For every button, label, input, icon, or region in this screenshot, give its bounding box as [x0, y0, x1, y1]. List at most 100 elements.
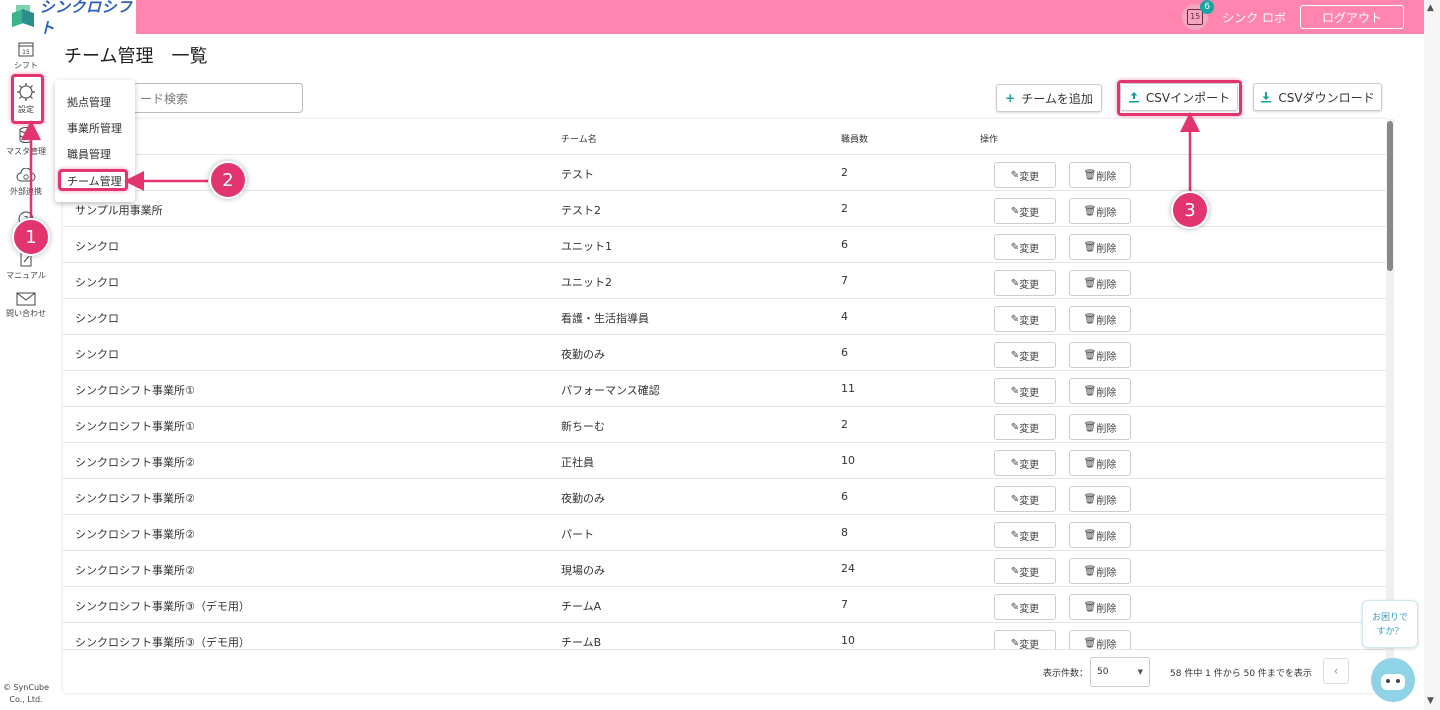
calendar-day-text: 15	[22, 49, 30, 56]
cell-count: 11	[841, 382, 855, 395]
logout-button[interactable]: ログアウト	[1300, 5, 1404, 29]
menu-item-office[interactable]: 事業所管理	[67, 120, 122, 136]
delete-button[interactable]: 🗑 削除	[1069, 414, 1131, 440]
delete-button[interactable]: 🗑 削除	[1069, 558, 1131, 584]
delete-button[interactable]: 🗑 削除	[1069, 306, 1131, 332]
delete-button[interactable]: 🗑 削除	[1069, 378, 1131, 404]
edit-button[interactable]: ✎ 変更	[994, 594, 1056, 620]
pagination-range: 58 件中 1 件から 50 件までを表示	[1170, 669, 1312, 679]
delete-label: 削除	[1096, 279, 1117, 291]
delete-button[interactable]: 🗑 削除	[1069, 162, 1131, 188]
sidebar-item-shift[interactable]: 15 シフト	[0, 40, 52, 71]
edit-label: 変更	[1019, 243, 1040, 255]
csv-import-button[interactable]: CSVインポート	[1120, 83, 1238, 111]
cell-team: パフォーマンス確認	[561, 384, 660, 397]
help-bubble[interactable]: お困りで すか？	[1362, 600, 1418, 648]
table-row: シンクロシフト事業所② 現場のみ 24 ✎ 変更 🗑 削除	[63, 550, 1387, 586]
edit-button[interactable]: ✎ 変更	[994, 342, 1056, 368]
sidebar-item-label: 設定	[18, 105, 34, 114]
edit-button[interactable]: ✎ 変更	[994, 306, 1056, 332]
upload-icon	[1128, 92, 1139, 103]
user-name[interactable]: シンク ロボ	[1222, 9, 1286, 26]
cell-count: 4	[841, 310, 848, 323]
sidebar-item-label: マニュアル	[6, 271, 46, 280]
scroll-up-arrow-icon[interactable]: ▲	[1427, 3, 1434, 13]
cell-count: 6	[841, 346, 848, 359]
cell-count: 7	[841, 274, 848, 287]
edit-button[interactable]: ✎ 変更	[994, 198, 1056, 224]
edit-button[interactable]: ✎ 変更	[994, 414, 1056, 440]
edit-label: 変更	[1019, 459, 1040, 471]
edit-button[interactable]: ✎ 変更	[994, 234, 1056, 260]
logo-text: シンクロシフト	[39, 0, 133, 37]
delete-button[interactable]: 🗑 削除	[1069, 270, 1131, 296]
menu-item-base[interactable]: 拠点管理	[67, 94, 111, 110]
menu-item-staff[interactable]: 職員管理	[67, 146, 111, 162]
delete-button[interactable]: 🗑 削除	[1069, 594, 1131, 620]
menu-item-team[interactable]: チーム管理	[67, 173, 122, 189]
pencil-icon: ✎	[1010, 529, 1020, 541]
edit-button[interactable]: ✎ 変更	[994, 450, 1056, 476]
sidebar-item-integration[interactable]: 外部連携	[0, 168, 52, 197]
notification-badge: 6	[1200, 0, 1215, 14]
callout-1: 1	[12, 218, 50, 256]
trash-icon: 🗑	[1083, 349, 1097, 361]
delete-button[interactable]: 🗑 削除	[1069, 234, 1131, 260]
scroll-down-arrow-icon[interactable]: ▼	[1427, 696, 1434, 706]
delete-button[interactable]: 🗑 削除	[1069, 198, 1131, 224]
delete-button[interactable]: 🗑 削除	[1069, 486, 1131, 512]
cell-team: テスト	[561, 168, 594, 181]
csv-download-button[interactable]: CSVダウンロード	[1253, 83, 1382, 111]
csv-download-label: CSVダウンロード	[1278, 90, 1375, 105]
delete-label: 削除	[1096, 423, 1117, 435]
edit-button[interactable]: ✎ 変更	[994, 558, 1056, 584]
cell-office: シンクロ	[75, 348, 119, 361]
edit-button[interactable]: ✎ 変更	[994, 486, 1056, 512]
pencil-icon: ✎	[1010, 277, 1020, 289]
window-scrollbar[interactable]: ▲ ▼	[1424, 0, 1440, 710]
chat-robot-icon[interactable]	[1371, 658, 1415, 702]
sidebar-item-contact[interactable]: 問い合わせ	[0, 292, 52, 319]
table-row: シンクロシフト事業所① パフォーマンス確認 11 ✎ 変更 🗑 削除	[63, 370, 1387, 406]
edit-button[interactable]: ✎ 変更	[994, 270, 1056, 296]
add-team-button[interactable]: + チームを追加	[996, 84, 1102, 112]
pencil-icon: ✎	[1010, 385, 1020, 397]
column-header-team: チーム名	[561, 135, 597, 145]
column-header-count: 職員数	[841, 135, 869, 145]
edit-button[interactable]: ✎ 変更	[994, 522, 1056, 548]
app-logo[interactable]: シンクロシフト	[0, 0, 136, 37]
pencil-icon: ✎	[1010, 565, 1020, 577]
pencil-icon: ✎	[1010, 601, 1020, 613]
edit-button[interactable]: ✎ 変更	[994, 378, 1056, 404]
cell-team: 看護・生活指導員	[561, 312, 649, 325]
sidebar-item-label: 外部連携	[10, 187, 42, 196]
delete-label: 削除	[1096, 567, 1117, 579]
cell-team: 夜勤のみ	[561, 492, 605, 505]
delete-label: 削除	[1096, 459, 1117, 471]
help-text: すか？	[1376, 627, 1404, 637]
table-row: シンクロ 夜勤のみ 6 ✎ 変更 🗑 削除	[63, 334, 1387, 370]
sidebar-item-settings[interactable]: 設定	[0, 82, 52, 115]
prev-page-button[interactable]: ‹	[1323, 658, 1349, 684]
callout-3: 3	[1171, 191, 1209, 229]
sidebar-item-master[interactable]: マスタ管理	[0, 126, 52, 157]
delete-button[interactable]: 🗑 削除	[1069, 450, 1131, 476]
chevron-left-icon: ‹	[1333, 664, 1339, 678]
delete-button[interactable]: 🗑 削除	[1069, 522, 1131, 548]
per-page-select[interactable]: 50 ▼	[1090, 657, 1150, 687]
pencil-icon: ✎	[1010, 349, 1020, 361]
settings-dropdown-menu: 拠点管理 事業所管理 職員管理 チーム管理	[55, 80, 135, 202]
search-placeholder: ード検索	[140, 91, 189, 106]
notification-calendar-button[interactable]: 15 6	[1182, 0, 1215, 30]
scrollbar-thumb[interactable]	[1387, 121, 1393, 271]
delete-label: 削除	[1096, 207, 1117, 219]
delete-label: 削除	[1096, 315, 1117, 327]
cell-team: テスト2	[561, 204, 601, 217]
edit-label: 変更	[1019, 423, 1040, 435]
cell-count: 10	[841, 454, 855, 467]
trash-icon: 🗑	[1083, 493, 1097, 505]
edit-button[interactable]: ✎ 変更	[994, 162, 1056, 188]
trash-icon: 🗑	[1083, 313, 1097, 325]
delete-button[interactable]: 🗑 削除	[1069, 342, 1131, 368]
add-team-label: チームを追加	[1021, 91, 1093, 106]
